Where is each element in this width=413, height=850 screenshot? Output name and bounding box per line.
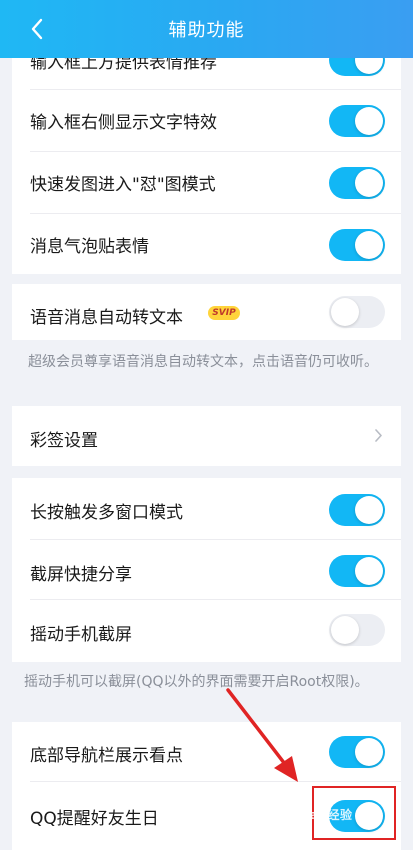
toggle-knob <box>355 557 383 585</box>
setting-row-voice-to-text: 语音消息自动转文本 SVIP <box>12 284 401 340</box>
setting-label: 摇动手机截屏 <box>30 625 132 645</box>
text-effects-toggle[interactable] <box>329 105 385 137</box>
page-title: 辅助功能 <box>168 20 245 41</box>
screenshot-share-toggle[interactable] <box>329 555 385 587</box>
shake-screenshot-toggle[interactable] <box>329 614 385 646</box>
toggle-knob <box>355 496 383 524</box>
setting-row-screenshot-share: 截屏快捷分享 <box>12 540 401 600</box>
setting-row-quick-image: 快速发图进入"怼"图模式 <box>12 152 401 214</box>
toggle-knob <box>331 298 359 326</box>
svip-badge: SVIP <box>208 306 240 320</box>
setting-row-shake-screenshot: 摇动手机截屏 <box>12 600 401 662</box>
setting-label: 底部导航栏展示看点 <box>30 746 183 766</box>
setting-row-nav-kandian: 底部导航栏展示看点 <box>12 722 401 782</box>
multi-window-toggle[interactable] <box>329 494 385 526</box>
chevron-right-icon <box>375 429 382 442</box>
watermark-logo: Bai 经验 <box>300 808 353 822</box>
toggle-knob <box>355 169 383 197</box>
setting-label: 长按触发多窗口模式 <box>30 503 183 523</box>
setting-row-color-tags[interactable]: 彩签设置 <box>12 406 401 466</box>
voice-to-text-toggle[interactable] <box>329 296 385 328</box>
bubble-sticker-toggle[interactable] <box>329 229 385 261</box>
setting-label: 语音消息自动转文本 <box>30 308 183 328</box>
setting-label: 消息气泡贴表情 <box>30 237 149 257</box>
setting-row-multi-window: 长按触发多窗口模式 <box>12 478 401 540</box>
setting-row-text-effects: 输入框右侧显示文字特效 <box>12 90 401 152</box>
settings-group-input: 输入框上方提供表情推荐 输入框右侧显示文字特效 快速发图进入"怼"图模式 消息气… <box>12 28 401 274</box>
setting-label: 快速发图进入"怼"图模式 <box>30 175 216 195</box>
setting-row-bubble-sticker: 消息气泡贴表情 <box>12 214 401 276</box>
settings-group-voice: 语音消息自动转文本 SVIP <box>12 284 401 340</box>
toggle-knob <box>355 231 383 259</box>
quick-image-toggle[interactable] <box>329 167 385 199</box>
shake-screenshot-note: 摇动手机可以截屏(QQ以外的界面需要开启Root权限)。 <box>24 674 369 690</box>
setting-label: 截屏快捷分享 <box>30 565 132 585</box>
toggle-knob <box>331 616 359 644</box>
title-bar: 辅助功能 <box>0 0 413 58</box>
nav-kandian-toggle[interactable] <box>329 736 385 768</box>
setting-label: QQ提醒好友生日 <box>30 809 159 829</box>
settings-group-screen: 长按触发多窗口模式 截屏快捷分享 摇动手机截屏 <box>12 478 401 662</box>
voice-to-text-note: 超级会员尊享语音消息自动转文本，点击语音仍可收听。 <box>28 354 378 370</box>
toggle-knob <box>355 738 383 766</box>
toggle-knob <box>355 107 383 135</box>
setting-label: 彩签设置 <box>30 431 98 451</box>
settings-group-tags: 彩签设置 <box>12 406 401 466</box>
setting-label: 输入框右侧显示文字特效 <box>30 113 217 133</box>
